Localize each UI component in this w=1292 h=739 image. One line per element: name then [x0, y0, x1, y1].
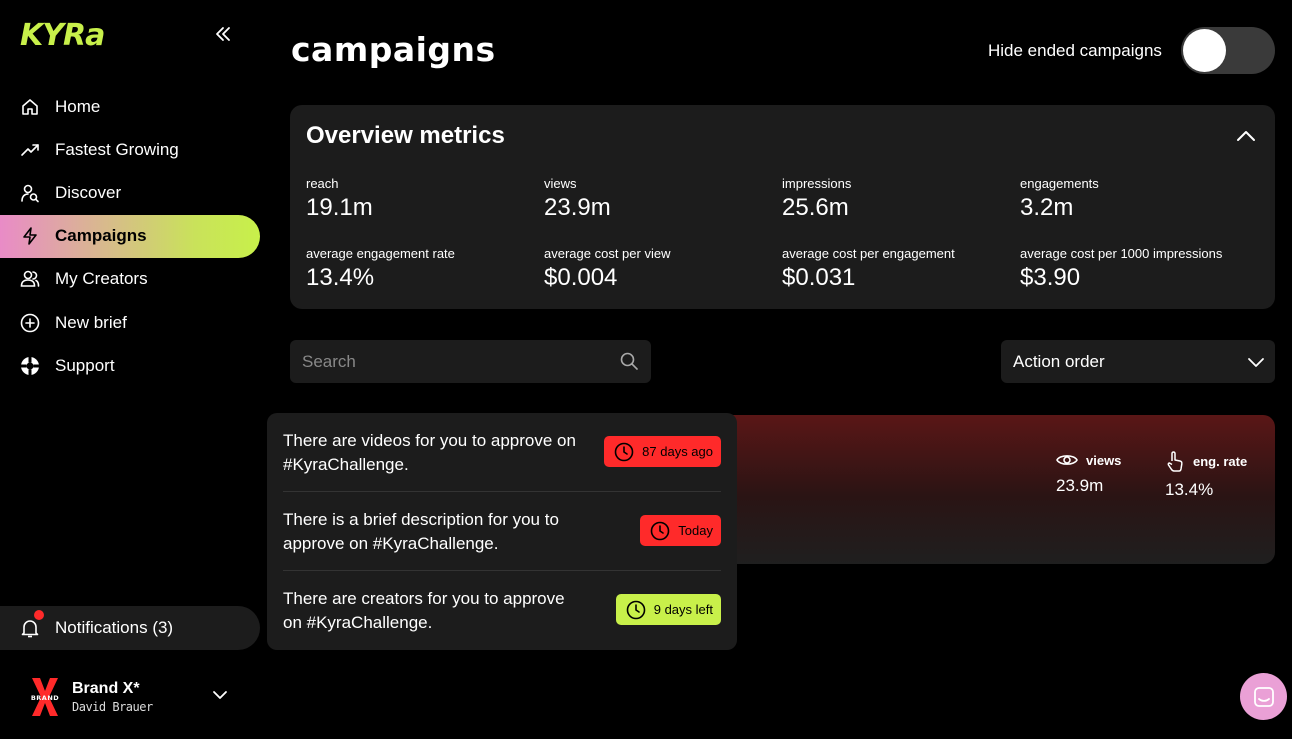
- metric-avg-cost-per-1000-impressions: average cost per 1000 impressions $3.90: [1020, 246, 1223, 291]
- metric-views: views 23.9m: [544, 176, 611, 221]
- action-item[interactable]: There are videos for you to approve on #…: [283, 413, 721, 492]
- metric-avg-cost-per-engagement: average cost per engagement $0.031: [782, 246, 955, 291]
- search-icon[interactable]: [619, 351, 639, 371]
- user-name: David Brauer: [72, 700, 153, 714]
- kyra-logo[interactable]: KYRa: [20, 18, 105, 53]
- sidebar-item-home[interactable]: Home: [0, 85, 260, 128]
- lifebuoy-icon: [20, 356, 40, 376]
- chevron-down-icon: [1247, 353, 1265, 371]
- clock-icon: [614, 442, 634, 461]
- trending-icon: [20, 140, 40, 160]
- status-badge: Today: [640, 515, 721, 546]
- account-switcher[interactable]: BRAND Brand X* David Brauer: [26, 672, 236, 722]
- brand-logo: BRAND: [26, 674, 64, 720]
- sidebar-item-new-brief[interactable]: New brief: [0, 301, 260, 344]
- bell-icon: [20, 610, 44, 638]
- action-item[interactable]: There are creators for you to approve on…: [283, 571, 721, 650]
- search-box: [290, 340, 651, 383]
- clock-icon: [650, 521, 670, 540]
- svg-text:BRAND: BRAND: [31, 694, 59, 702]
- sidebar-item-label: New brief: [55, 312, 127, 332]
- eye-icon: [1056, 455, 1078, 465]
- action-text: There is a brief description for you to …: [283, 510, 559, 553]
- overview-metrics-panel: Overview metrics reach 19.1m views 23.9m i…: [290, 105, 1275, 309]
- search-input[interactable]: [302, 351, 602, 372]
- notifications-button[interactable]: Notifications (3): [0, 606, 260, 650]
- sidebar-item-label: My Creators: [55, 269, 148, 289]
- home-icon: [20, 97, 40, 117]
- metric-impressions: impressions 25.6m: [782, 176, 852, 221]
- sidebar-item-label: Campaigns: [55, 226, 147, 246]
- sidebar-item-my-creators[interactable]: My Creators: [0, 258, 260, 301]
- metric-avg-cost-per-view: average cost per view $0.004: [544, 246, 671, 291]
- discover-icon: [20, 183, 40, 203]
- page-title: campaigns: [291, 30, 496, 69]
- metric-engagements: engagements 3.2m: [1020, 176, 1099, 221]
- chevron-up-icon[interactable]: [1235, 125, 1257, 147]
- sort-select[interactable]: Action order: [1001, 340, 1275, 383]
- sidebar-item-label: Fastest Growing: [55, 139, 179, 159]
- overview-title: Overview metrics: [306, 122, 505, 149]
- status-badge: 87 days ago: [604, 436, 721, 467]
- metric-avg-engagement-rate: average engagement rate 13.4%: [306, 246, 455, 291]
- tap-icon: [1167, 451, 1183, 472]
- sidebar-item-discover[interactable]: Discover: [0, 171, 260, 214]
- clock-icon: [626, 600, 646, 619]
- lightning-icon: [20, 226, 40, 246]
- action-text: There are videos for you to approve on #…: [283, 431, 576, 474]
- toggle-knob: [1183, 29, 1226, 72]
- sidebar-item-label: Support: [55, 355, 115, 375]
- campaign-stat-views: views 23.9m: [1056, 452, 1122, 496]
- campaign-stat-eng-rate: eng. rate 13.4%: [1165, 450, 1247, 500]
- sidebar-item-label: Home: [55, 96, 101, 116]
- notifications-label: Notifications (3): [55, 618, 174, 637]
- pending-actions-popover: There are videos for you to approve on #…: [267, 413, 737, 650]
- plus-circle-icon: [20, 313, 40, 333]
- status-badge: 9 days left: [615, 594, 721, 625]
- campaign-card[interactable]: views 23.9m eng. rate 13.4%: [700, 415, 1275, 564]
- sidebar-item-label: Discover: [55, 182, 122, 202]
- sort-selected-value: Action order: [1013, 351, 1105, 371]
- sidebar-item-support[interactable]: Support: [0, 344, 260, 387]
- hide-ended-toggle[interactable]: [1181, 27, 1275, 74]
- sidebar-nav: Home Fastest Growing Discover Campaigns …: [0, 85, 260, 387]
- users-icon: [20, 269, 40, 289]
- chat-icon: [1253, 686, 1274, 707]
- sidebar-item-campaigns[interactable]: Campaigns: [0, 214, 260, 258]
- hide-ended-label: Hide ended campaigns: [988, 41, 1162, 60]
- notification-dot: [34, 610, 44, 620]
- brand-name: Brand X*: [72, 680, 140, 697]
- chat-launcher-button[interactable]: [1240, 673, 1287, 720]
- metric-reach: reach 19.1m: [306, 176, 373, 221]
- chevron-down-icon[interactable]: [212, 687, 228, 703]
- collapse-sidebar-icon[interactable]: [213, 24, 233, 44]
- action-item[interactable]: There is a brief description for you to …: [283, 492, 721, 571]
- sidebar-item-fastest-growing[interactable]: Fastest Growing: [0, 128, 260, 171]
- action-text: There are creators for you to approve on…: [283, 589, 565, 632]
